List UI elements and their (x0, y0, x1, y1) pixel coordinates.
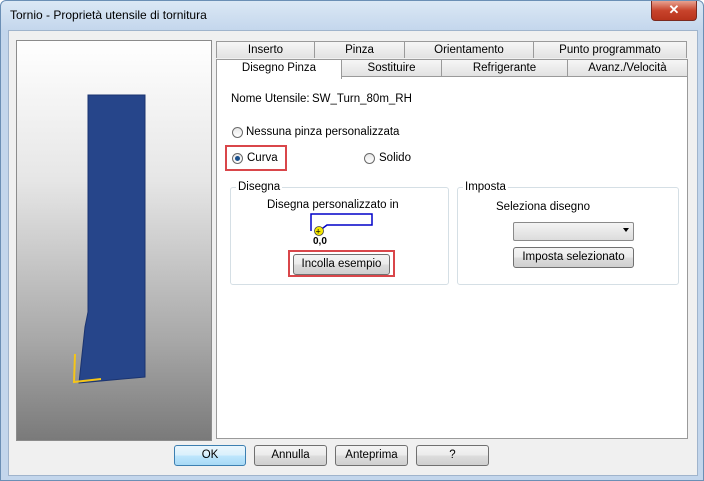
dialog-client: Inserto Pinza Orientamento Punto program… (8, 30, 698, 476)
tab-row-back: Inserto Pinza Orientamento Punto program… (216, 41, 688, 59)
drawing-select[interactable] (513, 222, 634, 241)
radio-solid[interactable] (364, 153, 375, 164)
group-set-title: Imposta (463, 181, 508, 193)
tab-punto-programmato[interactable]: Punto programmato (533, 41, 687, 58)
origin-plus-icon: + (316, 227, 321, 237)
tab-label: Refrigerante (472, 62, 537, 74)
radio-curve-label[interactable]: Curva (247, 152, 278, 164)
draw-caption: Disegna personalizzato in (267, 199, 399, 211)
tab-disegno-pinza[interactable]: Disegno Pinza (216, 59, 342, 79)
chevron-down-icon (623, 228, 629, 232)
tool-preview-drawing (72, 94, 146, 384)
dialog-window: Tornio - Proprietà utensile di tornitura… (0, 0, 704, 481)
tab-orientamento[interactable]: Orientamento (404, 41, 534, 58)
title-bar[interactable]: Tornio - Proprietà utensile di tornitura… (1, 1, 703, 29)
set-selected-button[interactable]: Imposta selezionato (513, 247, 634, 268)
group-draw-title: Disegna (236, 181, 283, 193)
group-draw: Disegna Disegna personalizzato in + 0,0 … (230, 181, 449, 285)
radio-solid-label[interactable]: Solido (379, 152, 411, 164)
radio-no-custom-holder[interactable] (232, 127, 243, 138)
tab-label: Inserto (247, 44, 284, 56)
tool-preview (16, 40, 212, 441)
tab-inserto[interactable]: Inserto (216, 41, 315, 58)
preview-button[interactable]: Anteprima (335, 445, 408, 466)
tab-label: Avanz./Velocità (588, 62, 667, 74)
tool-name-value: SW_Turn_80m_RH (312, 93, 412, 105)
tab-row-front: Disegno Pinza Sostituire Refrigerante Av… (216, 59, 688, 79)
radio-curve[interactable] (232, 153, 243, 164)
tab-sostituire[interactable]: Sostituire (341, 59, 442, 76)
tool-holder-shape (78, 94, 146, 384)
tab-refrigerante[interactable]: Refrigerante (441, 59, 568, 76)
tab-label: Disegno Pinza (241, 62, 317, 74)
window-title: Tornio - Proprietà utensile di tornitura (10, 8, 207, 22)
tab-panel-disegno-pinza: Nome Utensile: SW_Turn_80m_RH Nessuna pi… (216, 76, 688, 439)
radio-no-custom-holder-label[interactable]: Nessuna pinza personalizzata (246, 126, 399, 138)
select-drawing-label: Seleziona disegno (496, 201, 590, 213)
tool-name-label: Nome Utensile: (231, 93, 310, 105)
close-icon: ✕ (668, 2, 680, 17)
tab-label: Pinza (345, 44, 374, 56)
close-button[interactable]: ✕ (651, 1, 697, 21)
group-set: Imposta Seleziona disegno Imposta selezi… (457, 181, 679, 285)
tab-label: Sostituire (367, 62, 416, 74)
tab-pinza[interactable]: Pinza (314, 41, 405, 58)
paste-example-button[interactable]: Incolla esempio (293, 254, 390, 275)
help-button[interactable]: ? (416, 445, 489, 466)
cancel-button[interactable]: Annulla (254, 445, 327, 466)
origin-label: 0,0 (313, 236, 327, 247)
tab-avanz-velocita[interactable]: Avanz./Velocità (567, 59, 688, 76)
tab-label: Punto programmato (559, 44, 661, 56)
ok-button[interactable]: OK (174, 445, 246, 466)
tab-label: Orientamento (434, 44, 504, 56)
